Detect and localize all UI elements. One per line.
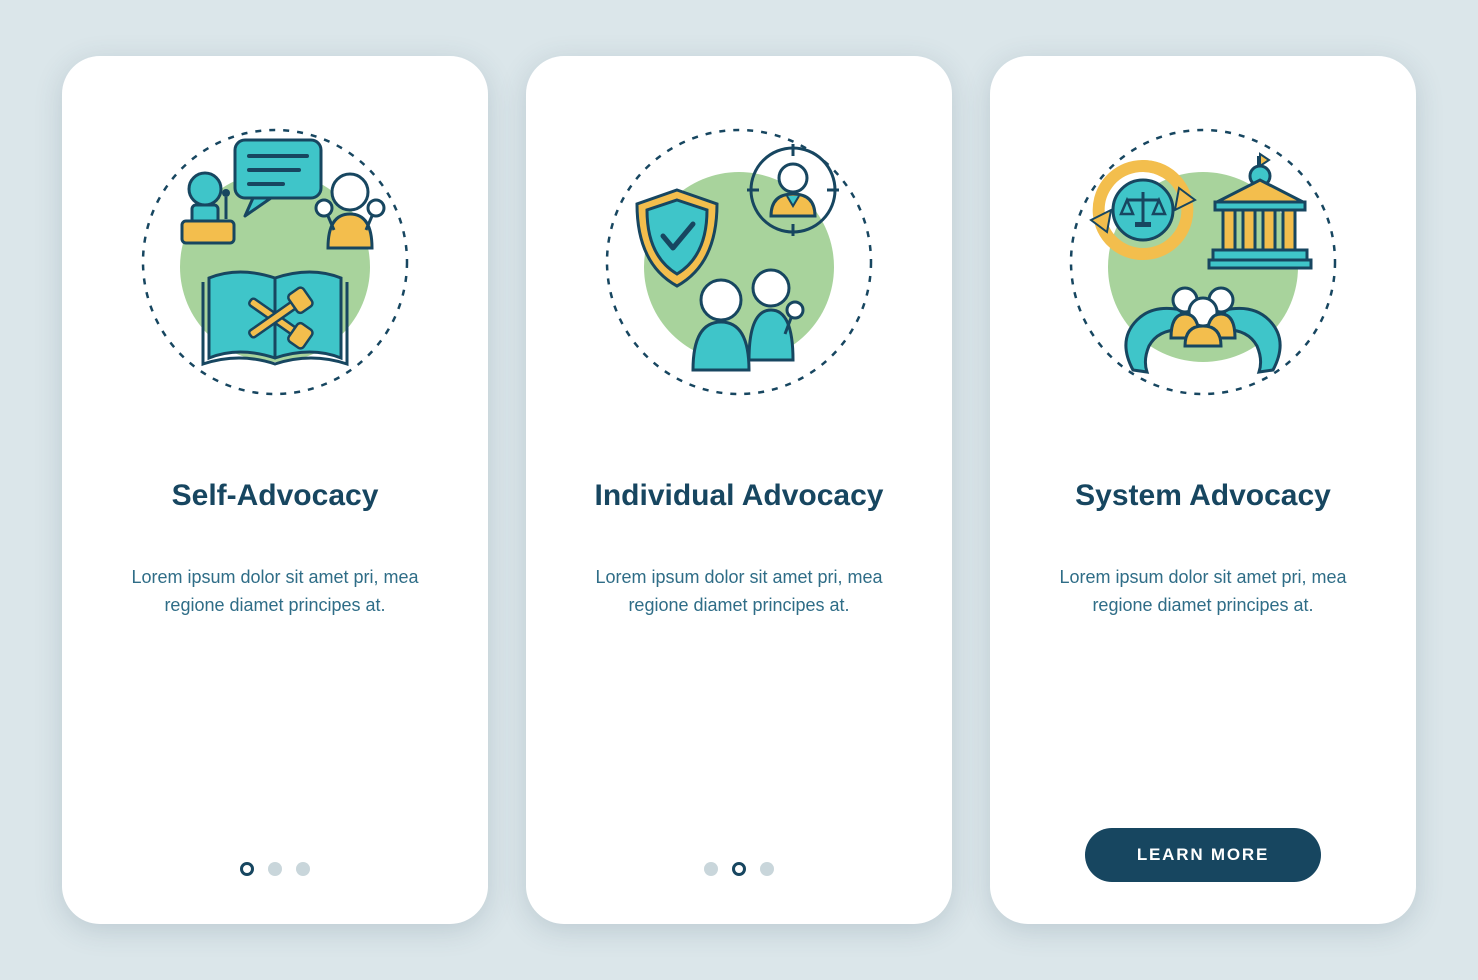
- system-advocacy-illustration: [1053, 112, 1353, 412]
- dot-1[interactable]: [240, 862, 254, 876]
- pagination-dots: [704, 862, 774, 876]
- dot-2[interactable]: [268, 862, 282, 876]
- dot-3[interactable]: [296, 862, 310, 876]
- dot-2[interactable]: [732, 862, 746, 876]
- screen-body: Lorem ipsum dolor sit amet pri, mea regi…: [1043, 564, 1363, 620]
- dot-1[interactable]: [704, 862, 718, 876]
- screen-title: Individual Advocacy: [595, 458, 884, 534]
- screen-body: Lorem ipsum dolor sit amet pri, mea regi…: [579, 564, 899, 620]
- learn-more-button[interactable]: LEARN MORE: [1085, 828, 1321, 882]
- onboarding-screen-individual: Individual Advocacy Lorem ipsum dolor si…: [526, 56, 952, 924]
- onboarding-screen-system: System Advocacy Lorem ipsum dolor sit am…: [990, 56, 1416, 924]
- self-advocacy-illustration: [125, 112, 425, 412]
- pagination-dots: [240, 862, 310, 876]
- onboarding-screen-self: Self-Advocacy Lorem ipsum dolor sit amet…: [62, 56, 488, 924]
- screen-body: Lorem ipsum dolor sit amet pri, mea regi…: [115, 564, 435, 620]
- screen-title: System Advocacy: [1075, 458, 1331, 534]
- screen-title: Self-Advocacy: [172, 458, 379, 534]
- dot-3[interactable]: [760, 862, 774, 876]
- individual-advocacy-illustration: [589, 112, 889, 412]
